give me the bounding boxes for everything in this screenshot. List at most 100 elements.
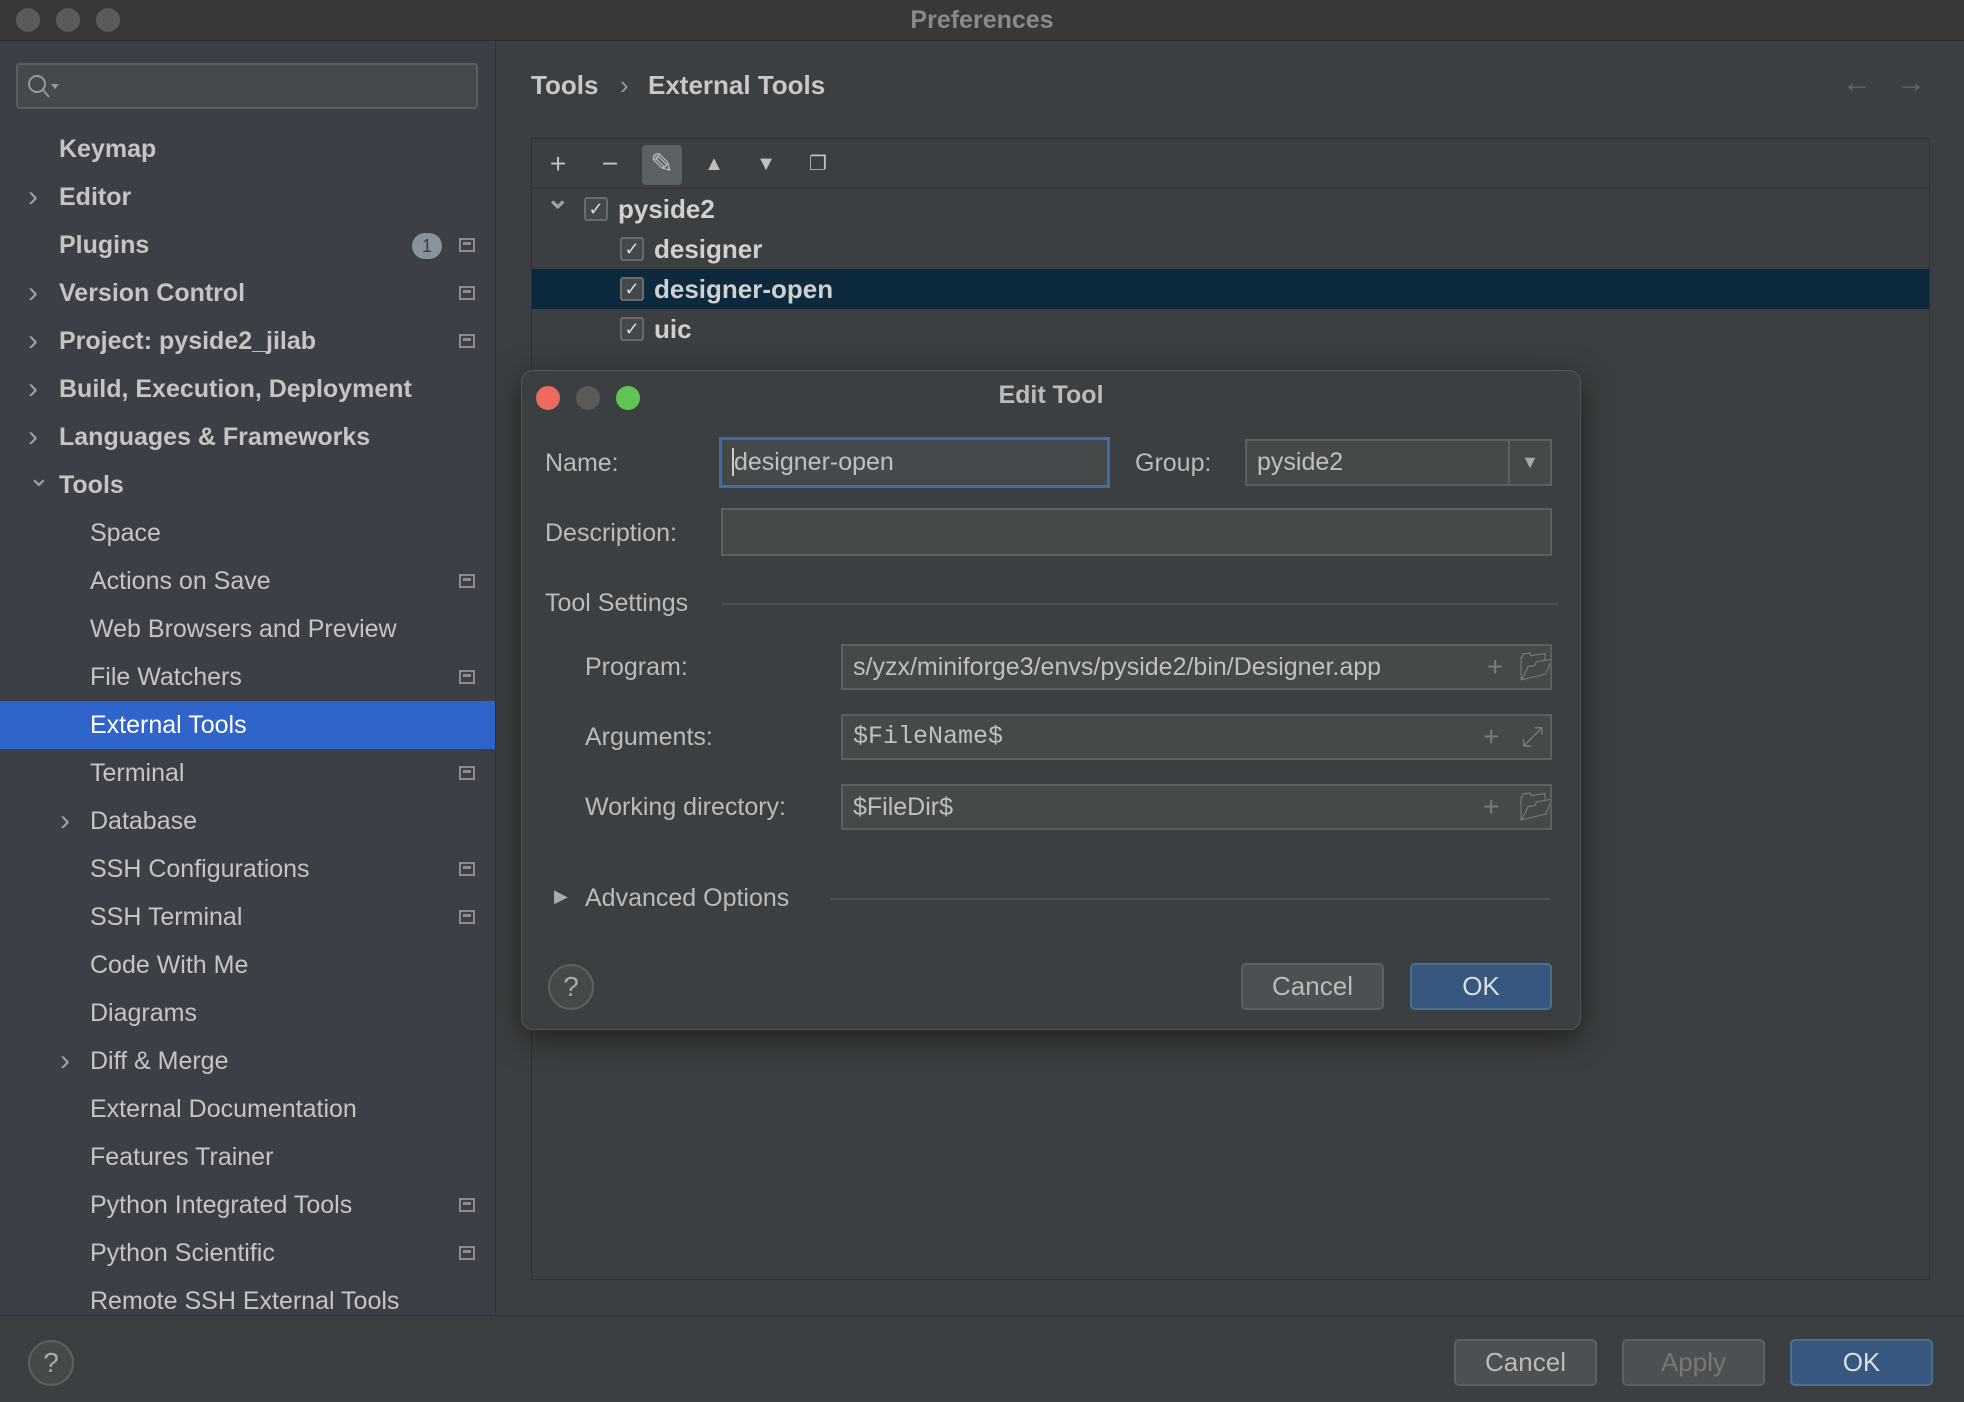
window-title: Preferences [910,6,1054,34]
sidebar-item-label: External Documentation [90,1095,357,1123]
tool-row[interactable]: ✓ designer-open [532,269,1929,309]
project-level-icon [459,670,475,684]
copy-icon[interactable]: ❐ [798,145,838,185]
checkbox[interactable]: ✓ [620,277,644,301]
sidebar-item-python-integrated-tools[interactable]: Python Integrated Tools [0,1181,495,1229]
sidebar-item-label: Diff & Merge [90,1047,229,1075]
program-input[interactable]: s/yzx/miniforge3/envs/pyside2/bin/Design… [841,644,1552,690]
insert-macro-icon[interactable]: + [1483,652,1504,682]
sidebar-item-label: Python Integrated Tools [90,1191,353,1219]
breadcrumb-parent[interactable]: Tools [531,70,598,101]
sidebar: Keymap › Editor Plugins 1 › Version Control › Pr… [0,41,496,1315]
minus-icon[interactable]: − [590,145,630,185]
tool-label: designer-open [654,274,834,304]
chevron-right-icon[interactable]: › [28,269,38,317]
name-input[interactable]: designer-open [719,437,1110,488]
sidebar-item-languages-frameworks[interactable]: › Languages & Frameworks [0,413,495,461]
chevron-down-icon[interactable]: ⌄ [546,179,569,219]
arrow-right-icon[interactable]: → [1896,66,1926,100]
sidebar-item-ssh-configurations[interactable]: SSH Configurations [0,845,495,893]
project-level-icon [459,1198,475,1212]
sidebar-item-tools[interactable]: ⌄ Tools [0,461,495,509]
insert-macro-icon[interactable]: + [1483,792,1499,822]
sidebar-item-version-control[interactable]: › Version Control [0,269,495,317]
sidebar-item-label: SSH Terminal [90,903,243,931]
arguments-input[interactable]: $FileName$ + ⤢ [841,714,1552,760]
sidebar-item-file-watchers[interactable]: File Watchers [0,653,495,701]
sidebar-item-features-trainer[interactable]: Features Trainer [0,1133,495,1181]
help-button[interactable]: ? [28,1340,74,1386]
sidebar-item-keymap[interactable]: Keymap [0,125,495,173]
chevron-down-icon[interactable]: ⌄ [28,453,50,501]
search-input[interactable] [16,63,478,109]
advanced-options-toggle[interactable]: Advanced Options [585,884,789,913]
sidebar-item-diagrams[interactable]: Diagrams [0,989,495,1037]
sidebar-item-ssh-terminal[interactable]: SSH Terminal [0,893,495,941]
sidebar-item-web-browsers-and-preview[interactable]: Web Browsers and Preview [0,605,495,653]
chevron-right-icon[interactable]: › [28,173,38,221]
arrow-down-icon[interactable]: ▼ [746,145,786,185]
sidebar-item-terminal[interactable]: Terminal [0,749,495,797]
cancel-button[interactable]: Cancel [1454,1339,1597,1386]
chevron-down-icon[interactable]: ▼ [1508,441,1550,484]
chevron-right-icon[interactable]: › [28,317,38,365]
sidebar-item-project-pyside2-jilab[interactable]: › Project: pyside2_jilab [0,317,495,365]
project-level-icon [459,574,475,588]
divider [722,603,1558,605]
sidebar-item-label: Web Browsers and Preview [90,615,397,643]
pencil-icon[interactable]: ✎ [642,145,682,185]
tool-row[interactable]: ✓ uic [532,309,1929,349]
chevron-right-icon[interactable]: › [28,365,38,413]
chevron-right-icon[interactable]: ▶ [554,886,568,907]
group-combobox[interactable]: pyside2 ▼ [1245,439,1552,486]
sidebar-item-label: Build, Execution, Deployment [59,375,412,403]
sidebar-item-label: Features Trainer [90,1143,274,1171]
folder-icon[interactable]: 📂︎ [1519,652,1550,682]
group-label: Group: [1135,449,1212,477]
expand-icon[interactable]: ⤢ [1521,722,1543,752]
sidebar-item-code-with-me[interactable]: Code With Me [0,941,495,989]
sidebar-item-database[interactable]: › Database [0,797,495,845]
sidebar-item-label: Version Control [59,279,246,307]
checkbox[interactable]: ✓ [620,317,644,341]
ok-button[interactable]: OK [1790,1339,1933,1386]
description-input[interactable] [721,508,1552,556]
name-label: Name: [545,449,619,477]
apply-button[interactable]: Apply [1622,1339,1765,1386]
checkbox[interactable]: ✓ [584,197,608,221]
checkbox[interactable]: ✓ [620,237,644,261]
tool-group-row[interactable]: ⌄ ✓ pyside2 [532,183,1929,229]
edit-tool-dialog: Edit Tool Name: designer-open Group: pys… [521,370,1581,1030]
sidebar-item-label: Keymap [59,135,157,163]
dialog-ok-button[interactable]: OK [1410,963,1552,1010]
working-directory-input[interactable]: $FileDir$ + 📂︎ [841,784,1552,830]
folder-icon[interactable]: 📂︎ [1519,792,1550,822]
sidebar-item-plugins[interactable]: Plugins 1 [0,221,495,269]
tool-row[interactable]: ✓ designer [532,229,1929,269]
sidebar-item-space[interactable]: Space [0,509,495,557]
sidebar-item-editor[interactable]: › Editor [0,173,495,221]
arrow-up-icon[interactable]: ▲ [694,145,734,185]
arrow-left-icon[interactable]: ← [1842,66,1872,100]
project-level-icon [459,910,475,924]
dialog-cancel-button[interactable]: Cancel [1241,963,1384,1010]
sidebar-item-remote-ssh-external-tools[interactable]: Remote SSH External Tools [0,1277,495,1315]
chevron-right-icon[interactable]: › [60,797,70,845]
sidebar-item-diff-merge[interactable]: › Diff & Merge [0,1037,495,1085]
dialog-help-button[interactable]: ? [548,964,594,1010]
insert-macro-icon[interactable]: + [1483,722,1499,752]
sidebar-item-actions-on-save[interactable]: Actions on Save [0,557,495,605]
sidebar-item-label: Space [90,519,161,547]
tool-settings-heading: Tool Settings [545,589,689,617]
sidebar-item-build-execution-deployment[interactable]: › Build, Execution, Deployment [0,365,495,413]
sidebar-item-label: Python Scientific [90,1239,275,1267]
sidebar-item-external-documentation[interactable]: External Documentation [0,1085,495,1133]
sidebar-item-python-scientific[interactable]: Python Scientific [0,1229,495,1277]
sidebar-item-label: Tools [59,471,124,499]
sidebar-item-label: SSH Configurations [90,855,310,883]
sidebar-item-label: Database [90,807,198,835]
chevron-right-icon[interactable]: › [60,1037,70,1085]
sidebar-item-label: Code With Me [90,951,249,979]
sidebar-item-external-tools[interactable]: External Tools [0,701,495,749]
breadcrumb-separator: › [620,70,629,100]
